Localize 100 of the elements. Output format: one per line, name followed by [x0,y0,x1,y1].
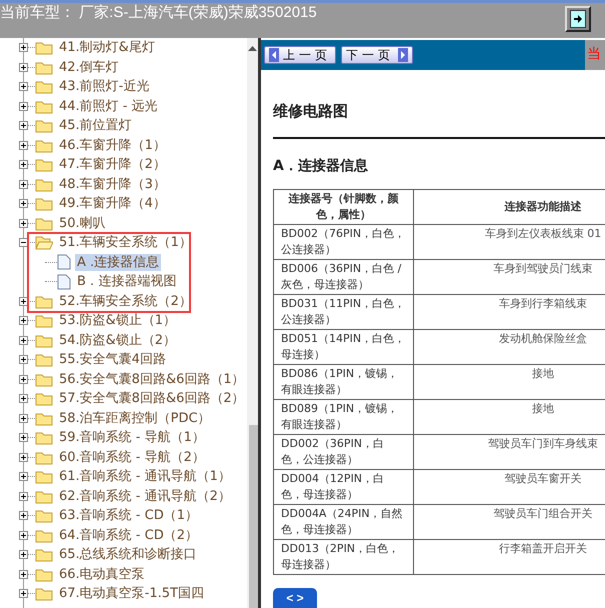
tree-item[interactable]: 51.车辆安全系统（1） [57,234,194,252]
toggle-button[interactable] [565,6,591,32]
folder-icon [35,528,53,543]
next-page-button[interactable]: 下一页 [341,46,413,64]
table-cell: BD051（14PIN，白色，母连接） [274,330,414,364]
expand-icon[interactable] [19,121,28,130]
table-cell: BD031（11PIN，白色，公连接器） [274,294,414,330]
tree-item[interactable]: 58.泊车距离控制（PDC） [57,410,213,427]
tree-item[interactable]: B . 连接器端视图 [75,273,178,290]
folder-icon [35,294,53,309]
tree-item[interactable]: 46.车窗升降（1） [57,136,168,154]
status-text: 当 [586,45,602,64]
tree-item[interactable]: 66.电动真空泵 [57,566,147,583]
scrollbar[interactable] [246,38,258,608]
table-cell: 驾驶员车门组合开关 [414,504,605,540]
folder-icon [35,586,53,602]
scrollbar-thumb[interactable] [248,425,258,608]
scroll-up-icon[interactable] [248,46,257,51]
tree-item[interactable]: 62.音响系统 - 通讯导航（2） [57,488,233,505]
expand-icon[interactable] [19,414,28,423]
expand-icon[interactable] [19,472,28,482]
table-cell: 行李箱盖开启开关 [414,540,605,574]
expand-icon[interactable] [19,530,28,540]
expand-icon[interactable] [19,394,28,404]
tree-item[interactable]: 63.音响系统 - CD（1） [57,507,200,524]
tree-item[interactable]: 45.前位置灯 [57,117,134,134]
document-icon [57,254,71,270]
expand-icon[interactable] [19,336,28,345]
table-cell: DD004A（24PIN，自然色，母连接器） [274,504,414,540]
expand-icon[interactable] [19,82,28,92]
folder-icon [35,138,53,153]
folder-icon [35,508,53,524]
folder-icon [35,372,53,387]
folder-icon [35,488,53,504]
expand-icon[interactable] [19,140,28,150]
vehicle-model-title: 当前车型： 厂家:S-上海汽车(荣威)荣威3502015 [0,3,317,22]
tree-item[interactable]: 54.防盗&锁止（2） [57,332,178,349]
folder-icon [35,60,53,75]
toggle-panel-button[interactable]: < > [273,588,317,608]
arrow-right-icon [570,10,586,28]
tree-item[interactable]: 48.车窗升降（3） [57,176,168,193]
expand-icon[interactable] [19,589,28,598]
tree-item[interactable]: 57.安全气囊8回路&6回路（2） [57,390,247,408]
tree-item[interactable]: 52.车辆安全系统（2） [57,292,194,310]
table-cell: BD089（1PIN，镀锡，有眼连接器） [274,400,414,434]
expand-icon[interactable] [19,374,28,384]
expand-icon[interactable] [19,570,28,579]
tree-item[interactable]: 67.电动真空泵-1.5T国四 [57,585,206,602]
folder-icon [35,40,53,56]
tree-item[interactable]: 61.音响系统 - 通讯导航（1） [57,468,233,486]
tree-item[interactable]: A .连接器信息 [75,254,162,271]
tree-item[interactable]: 41.制动灯&尾灯 [57,39,157,56]
section-title: A．连接器信息 [273,157,369,175]
tree-item[interactable]: 60.音响系统 - 导航（2） [57,448,207,466]
previous-page-button[interactable]: 上一页 [264,46,336,64]
expand-icon[interactable] [19,452,28,462]
column-header: 连接器功能描述 [414,190,605,224]
expand-icon[interactable] [19,43,28,52]
expand-icon[interactable] [19,160,28,170]
expand-icon[interactable] [19,102,28,111]
column-header: 连接器号（针脚数，颜色，属性） [274,190,414,224]
tree-item[interactable]: 42.倒车灯 [57,58,121,76]
table-cell: 接地 [414,400,605,434]
tree-item[interactable]: 64.音响系统 - CD（2） [57,526,200,544]
folder-icon [35,216,53,231]
document-icon [57,274,71,290]
tree-item[interactable]: 49.车窗升降（4） [57,195,168,212]
expand-icon[interactable] [19,218,28,228]
folder-icon [35,430,53,446]
tree-item[interactable]: 53.防盗&锁止（1） [57,312,178,330]
folder-icon [35,410,53,426]
tree-item[interactable]: 43.前照灯-近光 [57,78,152,96]
tree-item[interactable]: 55.安全气囊4回路 [57,351,168,368]
expand-icon[interactable] [19,199,28,208]
tree-item[interactable]: 47.车窗升降（2） [57,156,168,174]
expand-icon[interactable] [19,316,28,326]
expand-icon[interactable] [19,180,28,189]
table-cell: 驾驶员车门到车身线束 [414,434,605,470]
tree-item[interactable]: 56.安全气囊8回路&6回路（1） [57,370,247,388]
expand-icon[interactable] [19,62,28,72]
folder-icon [35,79,53,94]
arrow-right-icon [398,48,408,62]
folder-icon [35,235,53,250]
table-cell: BD002（76PIN，白色，公连接器） [274,224,414,260]
expand-icon[interactable] [19,492,28,501]
table-cell: 接地 [414,364,605,400]
folder-icon [35,469,53,484]
folder-icon [35,157,53,172]
folder-icon [35,566,53,582]
tree-item[interactable]: 65.总线系统和诊断接口 [57,546,199,564]
table-cell: DD013（2PIN，白色，母连接器） [274,540,414,574]
tree-item[interactable]: 59.音响系统 - 导航（1） [57,429,207,446]
table-cell: 驾驶员车窗开关 [414,470,605,504]
expand-icon[interactable] [19,355,28,364]
expand-icon[interactable] [19,433,28,442]
expand-icon[interactable] [19,511,28,520]
tree-item[interactable]: 44.前照灯 - 远光 [57,98,160,115]
tree-item[interactable]: 50.喇叭 [57,214,108,232]
table-cell: BD086（1PIN，镀锡，有眼连接器） [274,364,414,400]
expand-icon[interactable] [19,550,28,560]
